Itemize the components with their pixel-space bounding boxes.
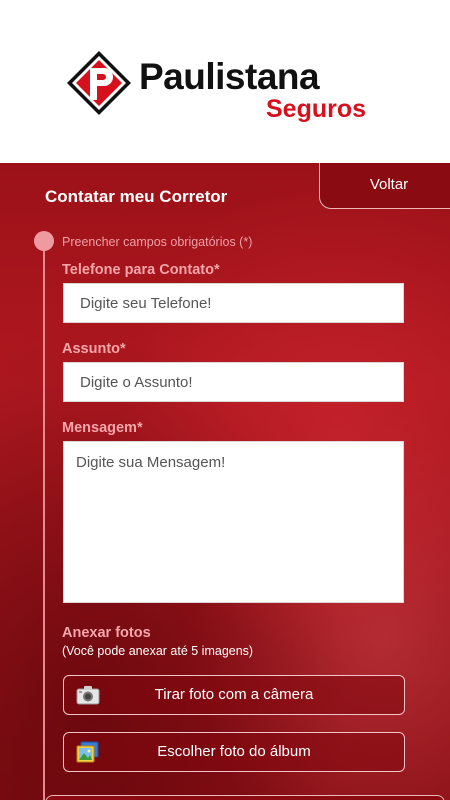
attach-photos-title: Anexar fotos xyxy=(62,625,151,641)
photo-album-icon xyxy=(76,741,99,763)
choose-album-photo-label: Escolher foto do álbum xyxy=(157,743,311,760)
attach-photos-limit: (Você pode anexar até 5 imagens) xyxy=(62,644,254,658)
app-header: Paulistana Seguros xyxy=(0,0,450,163)
brand-name: Paulistana xyxy=(139,56,320,97)
step-indicator-dot xyxy=(34,231,54,251)
choose-album-photo-button[interactable]: Escolher foto do álbum xyxy=(63,732,405,772)
back-button[interactable]: Voltar xyxy=(319,163,450,209)
phone-label: Telefone para Contato* xyxy=(62,262,220,278)
paulistana-logo-icon xyxy=(67,51,131,115)
subject-label: Assunto* xyxy=(62,341,126,357)
message-label-text: Mensagem xyxy=(62,420,137,436)
phone-input[interactable] xyxy=(63,283,404,323)
camera-icon xyxy=(76,686,100,705)
step-line xyxy=(43,248,45,800)
bottom-panel-edge xyxy=(45,795,445,800)
brand-subname: Seguros xyxy=(266,95,367,123)
phone-label-text: Telefone para Contato xyxy=(62,262,214,278)
required-asterisk: * xyxy=(136,420,143,436)
required-fields-note: Preencher campos obrigatórios (*) xyxy=(62,235,253,249)
message-label: Mensagem* xyxy=(62,420,143,436)
required-asterisk: * xyxy=(120,341,126,357)
subject-label-text: Assunto xyxy=(62,341,120,357)
message-textarea[interactable] xyxy=(63,441,404,603)
take-photo-button[interactable]: Tirar foto com a câmera xyxy=(63,675,405,715)
take-photo-label: Tirar foto com a câmera xyxy=(154,686,314,703)
page-title: Contatar meu Corretor xyxy=(45,187,228,206)
paulistana-logo: Paulistana Seguros xyxy=(66,50,386,130)
required-asterisk: * xyxy=(214,262,220,278)
subject-input[interactable] xyxy=(63,362,404,402)
